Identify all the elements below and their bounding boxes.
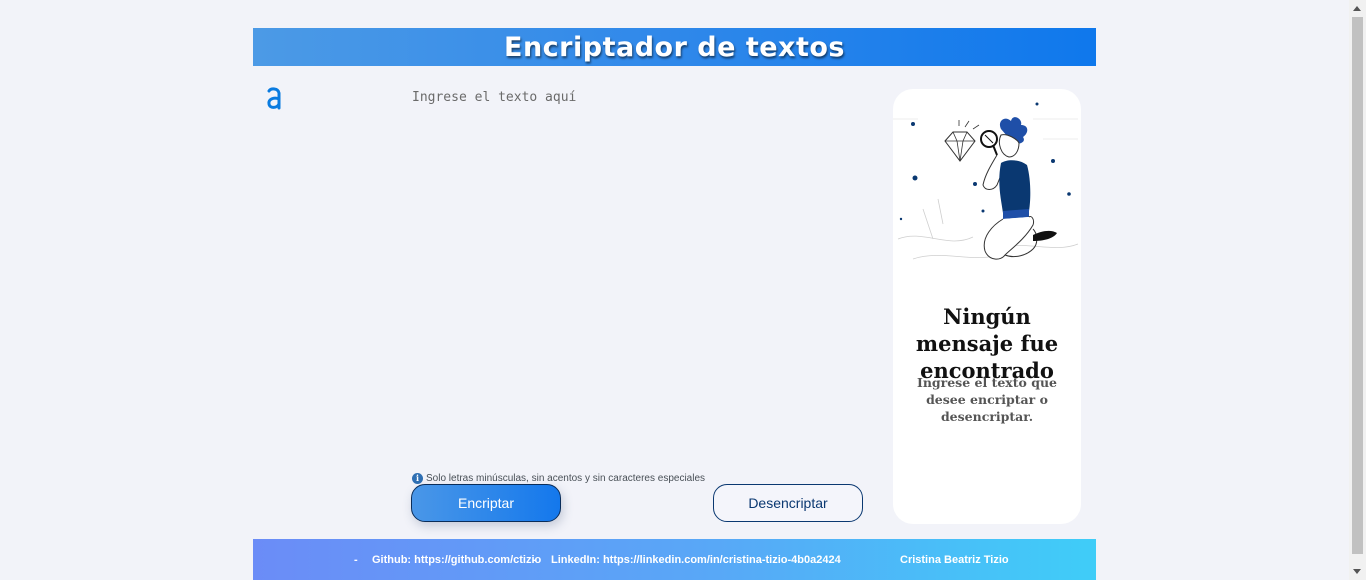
page: Encriptador de textos i Solo letras minú… [253,0,1096,580]
result-card: Ningún mensaje fue encontrado Ingrese el… [893,89,1081,524]
encrypt-button[interactable]: Encriptar [411,484,561,522]
header: Encriptador de textos [253,28,1096,66]
footer-separator: - [533,554,537,566]
text-input[interactable] [411,86,872,460]
decrypt-button[interactable]: Desencriptar [713,484,863,522]
footer: - Github: https://github.com/ctizio - Li… [253,539,1096,580]
scroll-up-arrow-icon[interactable] [1353,6,1361,11]
footer-separator: - [354,554,358,566]
scroll-down-arrow-icon[interactable] [1353,569,1361,574]
result-title: Ningún mensaje fue encontrado [915,304,1059,383]
page-title: Encriptador de textos [504,31,845,63]
hint-text: Solo letras minúsculas, sin acentos y si… [426,472,706,484]
scrollbar-thumb[interactable] [1352,17,1363,554]
hint: i Solo letras minúsculas, sin acentos y … [412,471,705,485]
linkedin-link[interactable]: LinkedIn: https://linkedin.com/in/cristi… [551,554,841,566]
person-with-magnifier-illustration [893,99,1081,269]
vertical-scrollbar[interactable] [1349,0,1366,580]
result-description: Ingrese el texto que desee encriptar o d… [916,375,1058,424]
info-icon: i [412,472,423,484]
github-link[interactable]: Github: https://github.com/ctizio [372,554,541,566]
alura-logo-icon [266,86,282,110]
author-name: Cristina Beatriz Tizio [900,554,1009,566]
